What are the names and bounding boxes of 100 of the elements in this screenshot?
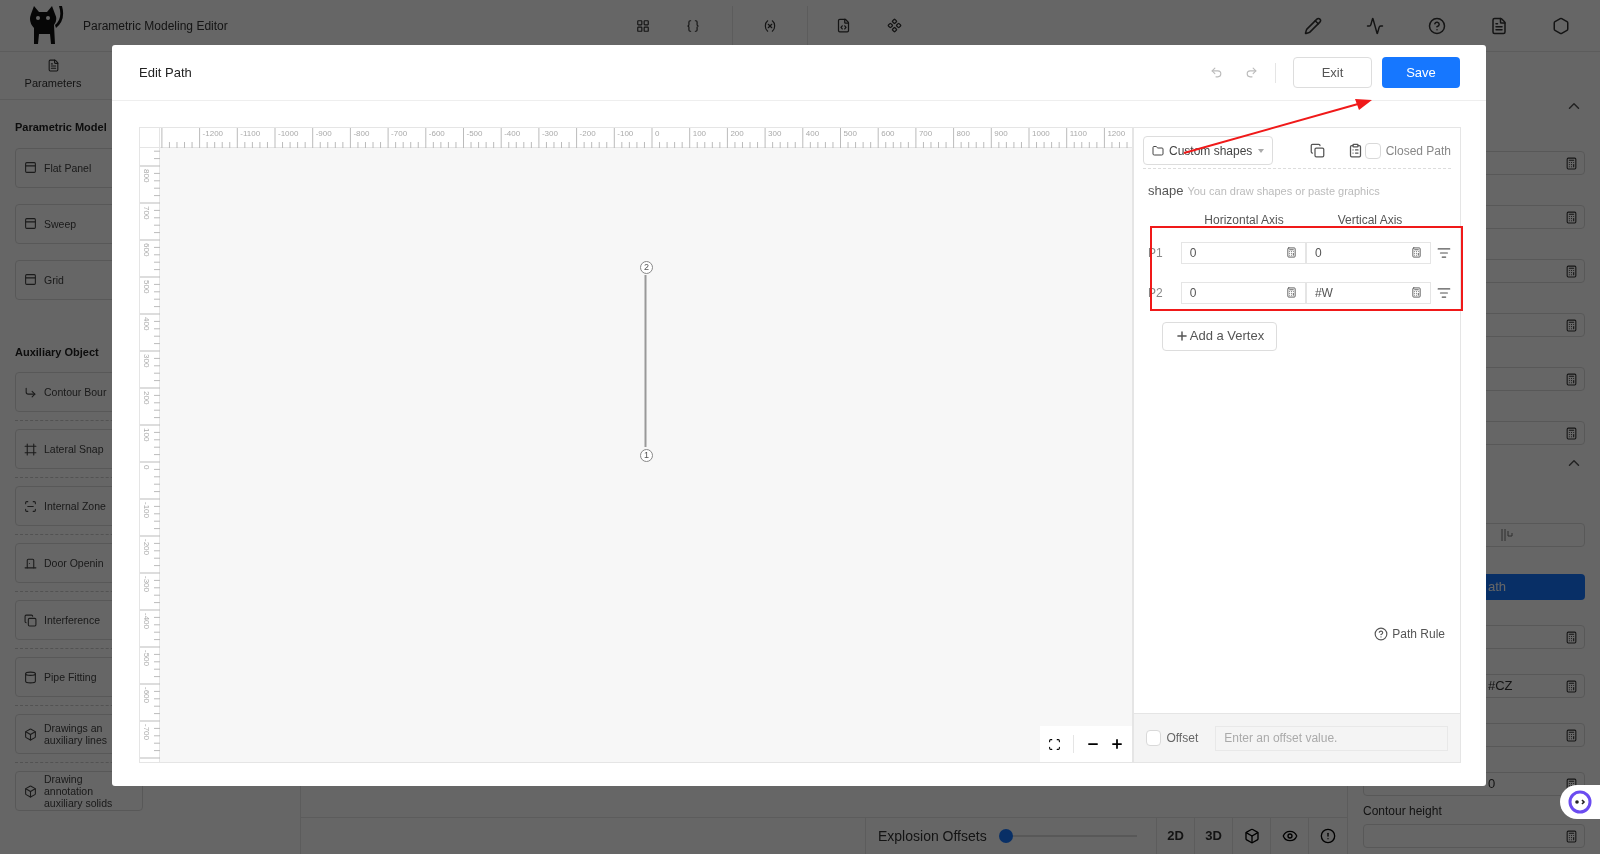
slider-thumb[interactable]	[998, 829, 1013, 843]
app-title: Parametric Modeling Editor	[83, 17, 228, 35]
checkbox-label: Offset	[1166, 730, 1199, 747]
shape-label: shape	[1148, 182, 1184, 200]
help-icon[interactable]	[1374, 627, 1389, 641]
ruler-label: -200	[579, 129, 596, 138]
ruler-label: -600	[428, 129, 445, 138]
copy-icon[interactable]	[1310, 143, 1325, 158]
ruler-label: -500	[466, 129, 483, 138]
alert-icon[interactable]	[1319, 828, 1336, 844]
ruler-label: 600	[142, 243, 151, 257]
column-heading: Vertical Axis	[1336, 211, 1404, 229]
path-rule-link[interactable]: Path Rule	[1392, 625, 1445, 643]
caret-icon	[1258, 148, 1264, 153]
ruler-label: -300	[541, 129, 558, 138]
robot-face-icon	[1568, 790, 1592, 814]
ruler-label: -1100	[240, 129, 261, 138]
ruler-label: 1100	[1069, 129, 1087, 138]
frame-icon	[24, 442, 37, 456]
offset-input[interactable]: Enter an offset value.	[1215, 725, 1448, 751]
section-heading: Parametric Model	[15, 120, 107, 135]
checkbox-label: Closed Path	[1385, 142, 1451, 160]
slider-label: Explosion Offsets	[878, 826, 987, 846]
ruler-label: -400	[504, 129, 521, 138]
zoom-in-icon[interactable]	[1110, 737, 1124, 751]
ruler-label: 800	[142, 169, 151, 183]
variable-icon[interactable]	[763, 18, 777, 33]
filter-icon[interactable]	[1437, 285, 1451, 300]
redo-icon[interactable]	[1245, 66, 1258, 79]
eye-icon[interactable]	[1281, 828, 1298, 844]
ruler-label: -100	[617, 129, 634, 138]
view-button[interactable]: 2D	[1156, 818, 1194, 854]
exit-button[interactable]: Exit	[1293, 57, 1372, 88]
ruler-label: 400	[142, 317, 151, 331]
panel-icon	[24, 273, 37, 286]
box-icon	[24, 784, 37, 798]
ruler-label: 700	[142, 206, 151, 220]
chart-icon[interactable]	[1366, 16, 1384, 35]
fullscreen-icon[interactable]	[1048, 737, 1061, 751]
document-icon[interactable]	[1490, 16, 1508, 35]
ruler-label: -900	[315, 129, 332, 138]
ruler-label: -300	[142, 576, 151, 592]
panel-icon	[24, 217, 37, 230]
scan-icon	[24, 499, 37, 513]
add-vertex-button[interactable]: Add a Vertex	[1162, 321, 1277, 351]
ruler-label: -600	[142, 687, 151, 703]
ruler-label: 500	[142, 280, 151, 294]
ruler-label: -1200	[202, 129, 224, 138]
ruler-label: 1000	[1032, 129, 1050, 138]
ruler-label: 300	[142, 354, 151, 368]
input-field[interactable]	[1363, 824, 1585, 848]
ruler-label: 1200	[1107, 129, 1126, 138]
input-field[interactable]: 0	[1305, 241, 1432, 264]
field-label: Contour height	[1363, 803, 1443, 820]
plus-icon	[1174, 329, 1189, 343]
undo-icon[interactable]	[1210, 66, 1223, 79]
pencil-icon[interactable]	[1304, 16, 1322, 35]
parameters-tab[interactable]: Parameters	[0, 52, 106, 99]
view-button[interactable]: 3D	[1194, 818, 1232, 854]
ruler-label: -500	[142, 650, 151, 666]
dialog-title: Edit Path	[139, 63, 192, 82]
box-icon	[24, 727, 37, 741]
ruler-label: -800	[353, 129, 370, 138]
document-icon	[46, 59, 60, 73]
closed-path-checkbox[interactable]	[1364, 142, 1381, 159]
file-code-icon[interactable]	[836, 18, 851, 33]
input-field[interactable]: #W	[1305, 281, 1432, 304]
ruler-label: 400	[805, 129, 820, 138]
filter-icon[interactable]	[1437, 245, 1451, 260]
cylinder-icon	[24, 670, 37, 684]
ruler-label: 300	[768, 129, 782, 138]
corner-icon	[24, 385, 37, 399]
ruler-label: 100	[692, 129, 707, 138]
ruler-label: -700	[142, 724, 151, 740]
input-field[interactable]: 0	[1180, 281, 1306, 304]
panel-icon	[24, 161, 37, 174]
clipboard-icon[interactable]	[1348, 143, 1363, 158]
ruler-label: 900	[994, 129, 1008, 138]
drawing-canvas[interactable]: -1200 -1100 -1000 -900 -800 -700 -600 -500 -400 -300 -200 -100 0 100 200 300 400 500 600 700 800 900 1000 1100 1200 800 700 600 500 400 300 200 100 0 -100 -200 -300 -400 -500 -600 -700 2 1	[139, 127, 1133, 763]
component-icon[interactable]	[887, 18, 902, 33]
bracket-symbol-icon	[1500, 528, 1514, 542]
ruler-label: 0	[655, 129, 660, 138]
column-heading: Horizontal Axis	[1203, 211, 1285, 229]
hexagon-icon[interactable]	[1552, 16, 1570, 35]
braces-icon[interactable]	[686, 18, 700, 33]
input-field[interactable]: 0	[1180, 241, 1306, 264]
ruler-label: 500	[843, 129, 857, 138]
ruler-label: -200	[142, 539, 151, 555]
grid-icon[interactable]	[636, 18, 650, 33]
save-button[interactable]: Save	[1382, 57, 1460, 88]
ruler-label: -400	[142, 613, 151, 629]
ruler-label: 600	[881, 129, 895, 138]
ruler-label: 800	[956, 129, 970, 138]
vertex-marker[interactable]: 2	[640, 261, 653, 274]
vertex-marker[interactable]: 1	[640, 449, 653, 462]
cube-icon[interactable]	[1243, 828, 1260, 844]
offset-checkbox[interactable]	[1146, 730, 1162, 746]
ruler-label: -100	[142, 502, 151, 518]
help-icon[interactable]	[1428, 16, 1446, 35]
assistant-button[interactable]	[1560, 785, 1600, 819]
